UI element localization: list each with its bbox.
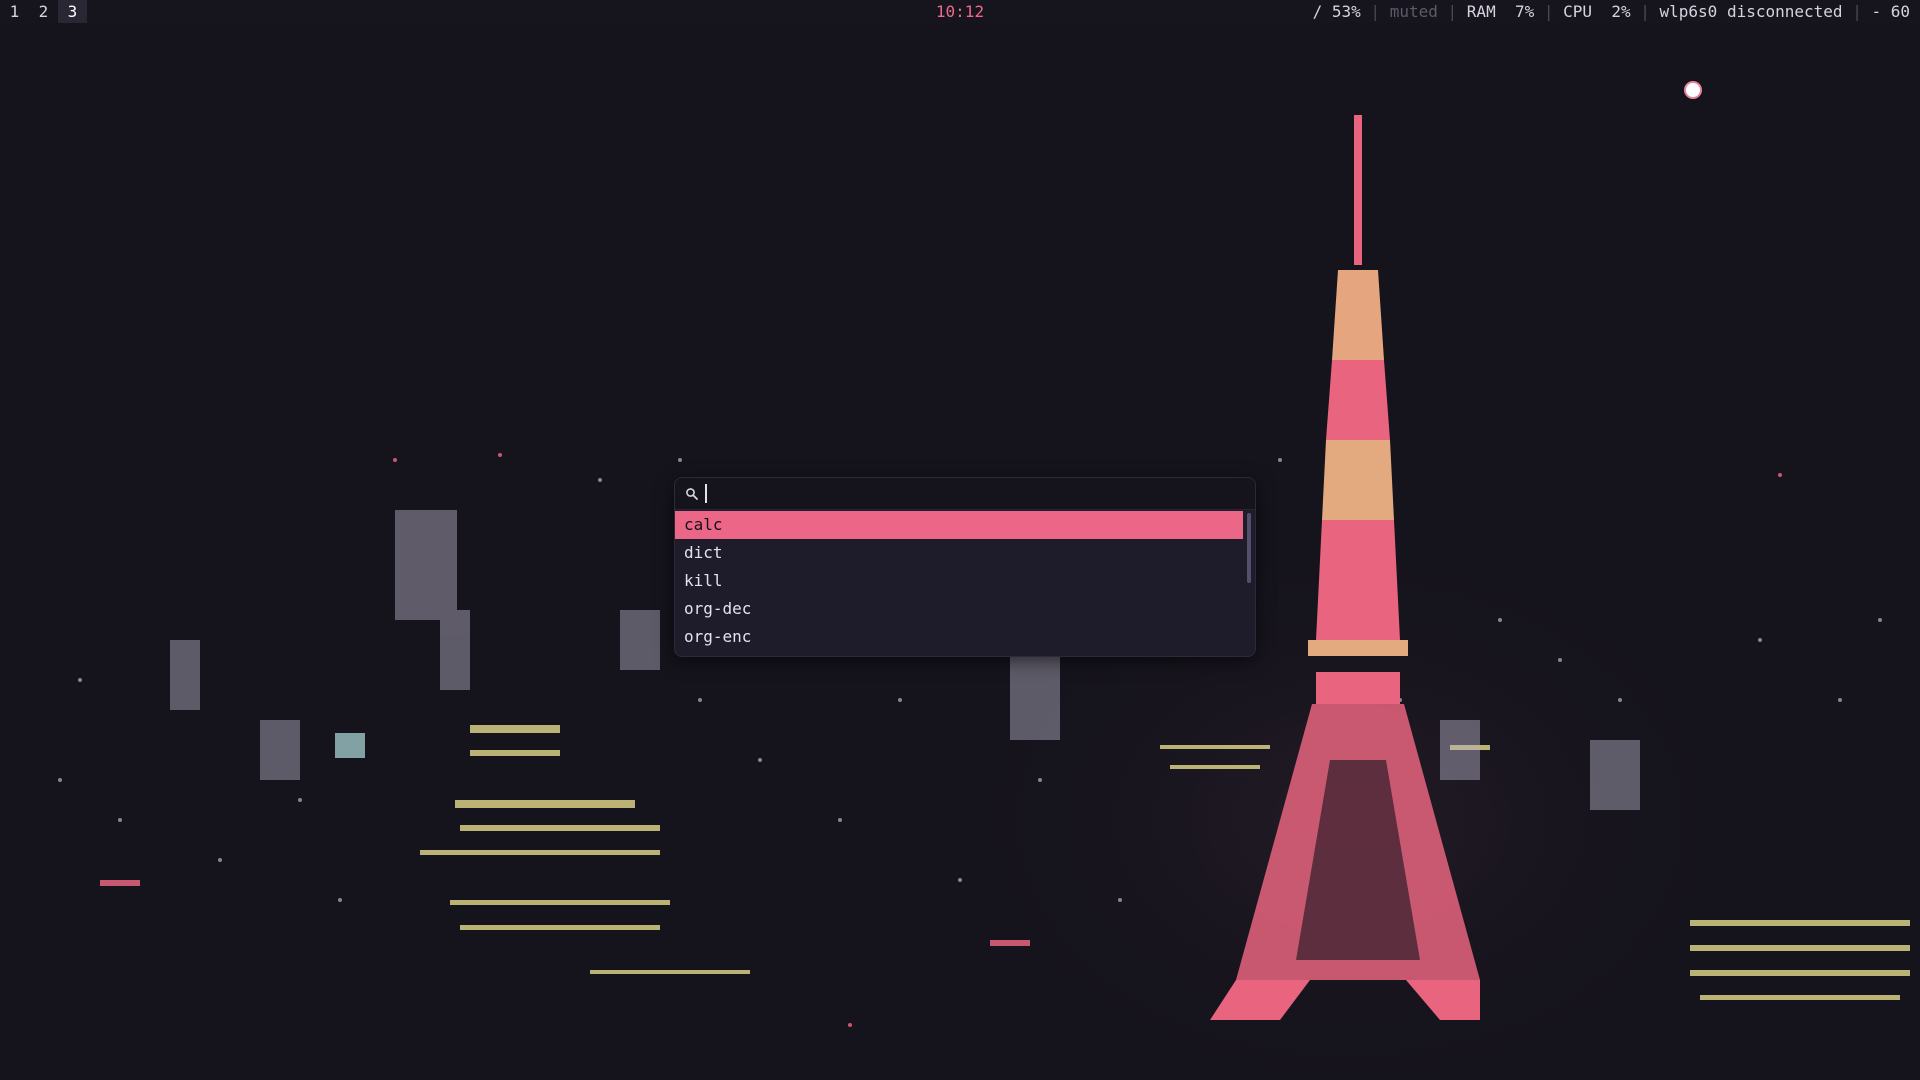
billboard — [335, 733, 365, 758]
separator: | — [1543, 2, 1554, 21]
separator: | — [1852, 2, 1862, 21]
ram-value: 7% — [1514, 2, 1535, 21]
launcher-results: calc dict kill org-dec org-enc — [675, 511, 1243, 651]
launcher-search-bar — [675, 478, 1255, 510]
search-icon — [686, 488, 698, 500]
scrollbar-thumb[interactable] — [1247, 513, 1251, 583]
separator: | — [1640, 2, 1650, 21]
top-bar: 1 2 3 10:12 / 53% | muted | RAM 7% | CPU… — [0, 0, 1920, 23]
desktop: 1 2 3 10:12 / 53% | muted | RAM 7% | CPU… — [0, 0, 1920, 1080]
disk-usage: / 53% — [1312, 2, 1361, 21]
separator: | — [1370, 2, 1381, 21]
app-launcher: calc dict kill org-dec org-enc — [674, 477, 1256, 657]
launcher-search-input[interactable] — [703, 482, 1243, 505]
launcher-result-dict[interactable]: dict — [675, 539, 1243, 567]
network-status[interactable]: wlp6s0 disconnected — [1660, 0, 1843, 23]
ram-label: RAM — [1466, 2, 1496, 21]
status-tail: - 60 — [1871, 2, 1910, 21]
launcher-scrollbar[interactable] — [1247, 513, 1251, 656]
cpu-label: CPU — [1563, 2, 1593, 21]
status-area: / 53% | muted | RAM 7% | CPU 2% | wlp6s0… — [1313, 0, 1910, 23]
launcher-result-org-dec[interactable]: org-dec — [675, 595, 1243, 623]
launcher-result-calc[interactable]: calc — [675, 511, 1243, 539]
separator: | — [1447, 2, 1458, 21]
cpu-value: 2% — [1611, 2, 1631, 21]
volume-status[interactable]: muted — [1390, 0, 1438, 23]
tray-circle-icon[interactable] — [1684, 81, 1702, 99]
text-caret — [705, 484, 707, 503]
launcher-result-org-enc[interactable]: org-enc — [675, 623, 1243, 651]
launcher-result-kill[interactable]: kill — [675, 567, 1243, 595]
